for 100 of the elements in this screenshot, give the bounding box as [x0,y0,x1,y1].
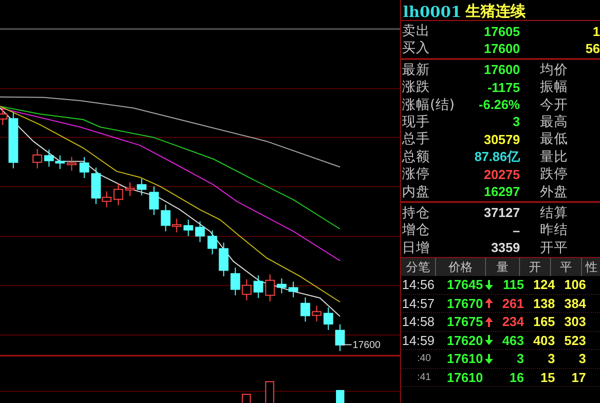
column-header: 价格 [436,258,486,276]
tick-time: 14:58 [401,314,436,330]
field-label: 持仓 [401,204,431,222]
field-label: 总手 [401,130,431,148]
tick-volume: 463 [501,332,524,348]
candlestick [184,219,194,236]
field-label: 均价 [540,60,569,79]
field-label: 涨停 [401,165,431,184]
tick-time: 14:56 [401,277,436,292]
field-label: 开平 [540,238,569,257]
tick-volume: 16 [508,370,524,385]
tick-open: 403 [532,332,555,348]
field-label: 最新 [401,60,431,79]
candlestick [80,156,90,178]
candlestick [242,278,252,301]
field-label: 振幅 [540,78,569,96]
tick-price: 17670 [446,296,483,311]
tick-close: 384 [563,296,586,311]
candlestick [195,220,205,242]
field-value: 56 [584,40,600,56]
tick-price: 17620 [446,332,483,348]
tick-open: 15 [540,370,555,385]
field-value: 3 [512,114,520,130]
field-value: 17600 [482,40,520,56]
tick-open: 124 [532,277,555,292]
field-label: 增仓 [401,221,431,240]
field-value: 17600 [482,62,520,78]
column-header: 分笔 [401,258,436,276]
tick-time: :41 [416,372,432,383]
candlestick [66,156,76,172]
candlestick [324,306,334,330]
field-label: 内盘 [401,182,431,201]
candlestick [32,148,42,169]
field-value: 20275 [482,166,520,182]
field-label: 外盘 [540,182,569,201]
instrument-name: 生猪连续 [465,2,526,21]
tick-close: 303 [563,314,586,330]
field-label: 卖出 [401,22,431,40]
tick-volume: 261 [501,296,524,311]
candlestick [136,178,146,196]
tick-volume: 115 [502,277,524,292]
up-arrow-icon [485,298,493,308]
price-label: 17600 [340,340,380,351]
candlestick [265,274,275,302]
volume-bar [336,390,344,403]
candlestick [230,267,240,296]
volume-bar [242,394,251,403]
column-header: 量 [486,258,520,276]
field-label: 总额 [401,148,431,166]
field-label: 现手 [401,112,431,131]
candlestick [114,182,124,206]
field-label: 最低 [540,130,569,148]
field-label: 最高 [540,112,569,131]
tick-volume: 234 [501,314,524,330]
tick-open: 165 [532,314,555,330]
field-value: -1175 [486,80,520,95]
tick-time: 14:59 [401,332,436,348]
down-arrow-icon [485,354,493,364]
candlestick [44,149,54,168]
tick-time: 14:57 [401,296,436,311]
field-value: 1 [592,24,600,38]
tick-time: :40 [416,353,432,364]
volume-bar [265,381,274,403]
candlestick [288,281,298,298]
tick-price: 17610 [446,351,483,366]
candlestick [125,182,135,196]
candlestick [335,324,345,352]
tick-price: 17675 [446,314,483,330]
field-label: 买入 [401,39,431,58]
field-label: 涨跌 [401,78,431,96]
tick-volume: 3 [516,351,524,366]
column-header: 开 [520,258,551,276]
field-value: 37127 [482,205,520,220]
candlestick [276,278,286,294]
field-label: 日增 [401,238,431,257]
field-value: 30579 [482,132,520,147]
candlestick [218,242,228,277]
field-label: 量比 [540,148,569,166]
field-label: 涨幅(结) [401,96,453,114]
candlestick [208,230,218,255]
candlestick [55,154,65,170]
tick-close: 106 [563,277,586,292]
field-value: 3359 [490,240,520,256]
tick-price: 17645 [446,277,483,292]
tick-close: 523 [563,332,586,348]
field-label: 今开 [540,96,569,114]
column-header: 平 [551,258,582,276]
up-arrow-icon [485,316,493,327]
instrument-code: lh0001 [403,2,462,20]
field-value: 87.86亿 [473,148,520,166]
field-value: 16297 [482,184,520,200]
field-label: 跌停 [540,165,569,184]
field-value: -6.26% [478,97,520,112]
tick-open: 3 [546,351,555,366]
tick-close: 3 [578,351,586,366]
field-value: 17605 [482,24,520,38]
candlestick [254,274,264,298]
down-arrow-icon [485,335,493,346]
candlestick [149,186,159,216]
tick-close: 17 [570,370,586,385]
